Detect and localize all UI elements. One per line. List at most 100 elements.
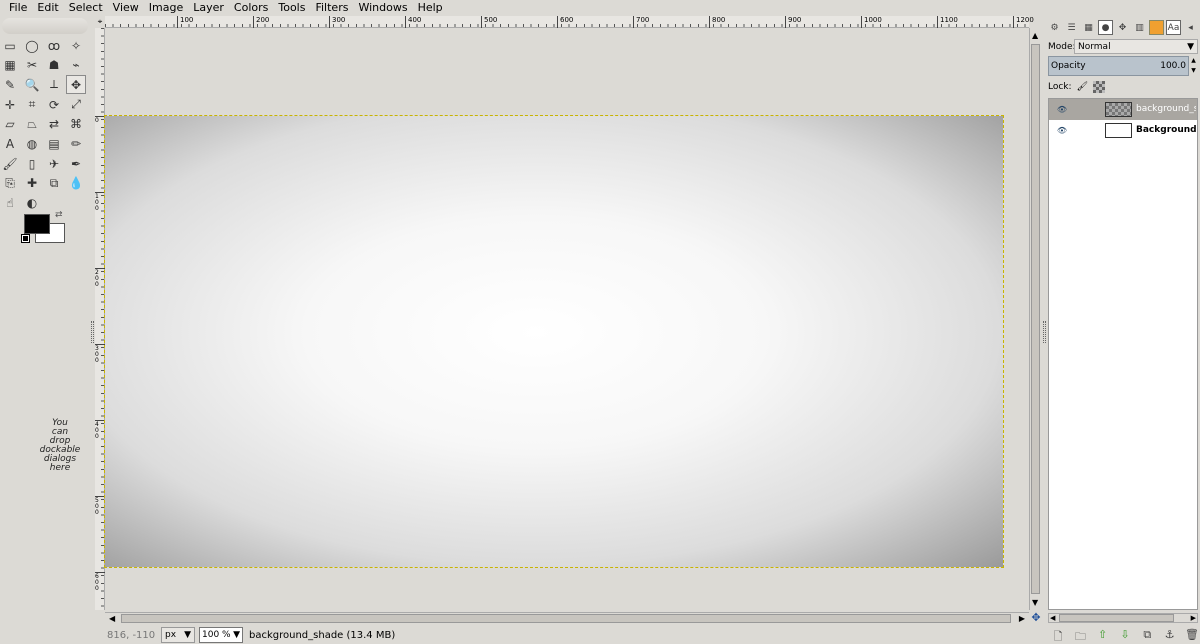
channels-tab[interactable]: ▦	[1081, 20, 1096, 35]
select-by-color-tool-icon[interactable]: ▦	[0, 56, 20, 75]
delete-layer-icon[interactable]: 🗑	[1185, 628, 1199, 642]
paintbrush-tool-icon[interactable]: 🖌	[0, 154, 20, 173]
heal-tool-icon[interactable]: ✚	[22, 174, 42, 193]
move-tool-icon[interactable]: ✥	[66, 75, 86, 95]
perspective-tool-icon[interactable]: ⏢	[22, 115, 42, 134]
smudge-tool-icon[interactable]: ☝	[0, 194, 20, 213]
layers-scroll-thumb[interactable]	[1059, 614, 1174, 622]
paths-tool-icon[interactable]: ⌁	[66, 56, 86, 75]
vertical-scroll-thumb[interactable]	[1031, 44, 1040, 594]
scissors-select-tool-icon[interactable]: ✂	[22, 56, 42, 75]
layer-name[interactable]: background_s	[1136, 99, 1196, 120]
menu-tools[interactable]: Tools	[273, 0, 310, 16]
menu-view[interactable]: View	[108, 0, 144, 16]
lower-layer-icon[interactable]: ⇩	[1118, 628, 1132, 642]
configure-tab-icon[interactable]: ◂	[1183, 20, 1198, 35]
menu-filters[interactable]: Filters	[310, 0, 353, 16]
image-layer-background-shade[interactable]	[104, 115, 1004, 568]
patterns-tab[interactable]: ✥	[1115, 20, 1130, 35]
scroll-down-icon[interactable]: ▼	[1032, 598, 1038, 607]
rotate-tool-icon[interactable]: ⟳	[44, 95, 64, 114]
opacity-slider[interactable]: Opacity 100.0	[1048, 56, 1189, 76]
color-picker-tool-icon[interactable]: ✎	[0, 75, 20, 94]
clone-tool-icon[interactable]: ⎘	[0, 174, 20, 193]
lock-pixels-icon[interactable]: 🖌	[1077, 82, 1088, 92]
scale-tool-icon[interactable]: ⤢	[66, 95, 86, 114]
canvas-area[interactable]	[104, 28, 1029, 610]
eye-icon[interactable]: 👁	[1049, 126, 1071, 135]
scroll-left-icon[interactable]: ◀	[109, 613, 115, 625]
menu-colors[interactable]: Colors	[229, 0, 273, 16]
pencil-tool-icon[interactable]: ✏	[66, 134, 86, 153]
ruler-corner-icon[interactable]: ⌖	[95, 16, 105, 28]
eraser-tool-icon[interactable]: ▯	[22, 154, 42, 173]
align-tool-icon[interactable]: ✛	[0, 95, 20, 114]
dock-resize-grip[interactable]	[1043, 321, 1046, 343]
menu-image[interactable]: Image	[144, 0, 188, 16]
airbrush-tool-icon[interactable]: ✈	[44, 154, 64, 173]
crop-tool-icon[interactable]: ⌗	[22, 95, 42, 114]
ruler-tick-label: 0	[95, 116, 105, 124]
menu-help[interactable]: Help	[413, 0, 448, 16]
blend-tool-icon[interactable]: ▤	[44, 134, 64, 153]
blur-tool-icon[interactable]: 💧	[66, 174, 86, 193]
cage-tool-icon[interactable]: ⌘	[66, 115, 86, 134]
eye-icon[interactable]: 👁	[1049, 105, 1071, 114]
toolbox-resize-grip[interactable]	[91, 321, 94, 343]
layer-row[interactable]: 👁 Background	[1049, 120, 1197, 141]
flip-tool-icon[interactable]: ⇄	[44, 115, 64, 134]
rect-select-tool-icon[interactable]: ▭	[0, 36, 20, 55]
menu-edit[interactable]: Edit	[32, 0, 63, 16]
zoom-select[interactable]: 100 % ▼	[199, 627, 243, 643]
scroll-up-icon[interactable]: ▲	[1032, 31, 1038, 40]
anchor-layer-icon[interactable]: ⚓	[1163, 628, 1177, 642]
layer-thumbnail[interactable]	[1105, 102, 1132, 117]
gradients-tab[interactable]: ▥	[1132, 20, 1147, 35]
opacity-spinner[interactable]: ▲ ▼	[1189, 56, 1198, 76]
foreground-select-tool-icon[interactable]: ☗	[44, 56, 64, 75]
ink-tool-icon[interactable]: ✒	[66, 154, 86, 173]
shear-tool-icon[interactable]: ▱	[0, 115, 20, 134]
lock-alpha-icon[interactable]	[1093, 81, 1105, 93]
measure-tool-icon[interactable]: ⟂	[44, 75, 64, 94]
fonts-tab[interactable]: Aa	[1166, 20, 1181, 35]
layers-tab[interactable]: ☰	[1064, 20, 1079, 35]
layer-row[interactable]: 👁 background_s	[1049, 99, 1197, 120]
scroll-right-icon[interactable]: ▶	[1191, 614, 1196, 622]
bucket-fill-tool-icon[interactable]: ◍	[22, 134, 42, 153]
horizontal-scroll-thumb[interactable]	[121, 614, 1011, 623]
mode-select[interactable]: Normal ▼	[1074, 39, 1198, 54]
ellipse-select-tool-icon[interactable]: ◯	[22, 36, 42, 55]
menu-layer[interactable]: Layer	[188, 0, 229, 16]
scroll-right-icon[interactable]: ▶	[1019, 613, 1025, 625]
canvas-vertical-scrollbar[interactable]: ▲ ▼	[1029, 28, 1041, 610]
duplicate-layer-icon[interactable]: ⧉	[1140, 628, 1154, 642]
perspective-clone-tool-icon[interactable]: ⧉	[44, 174, 64, 193]
layers-horizontal-scrollbar[interactable]: ◀ ▶	[1048, 613, 1198, 623]
tool-options-tab[interactable]: ⚙	[1047, 20, 1062, 35]
raise-layer-icon[interactable]: ⇧	[1096, 628, 1110, 642]
new-layer-icon[interactable]: 🗋	[1051, 628, 1065, 643]
menu-windows[interactable]: Windows	[353, 0, 412, 16]
free-select-tool-icon[interactable]: ꝏ	[44, 36, 64, 55]
toolbox-header[interactable]	[2, 18, 88, 34]
layer-thumbnail[interactable]	[1105, 123, 1132, 138]
zoom-tool-icon[interactable]: 🔍	[22, 75, 42, 94]
brushes-tab[interactable]: ●	[1098, 20, 1113, 35]
canvas-horizontal-scrollbar[interactable]: ◀ ▶	[105, 612, 1029, 624]
foreground-color-swatch[interactable]	[24, 214, 50, 234]
fuzzy-select-tool-icon[interactable]: ✧	[66, 36, 86, 55]
text-tool-icon[interactable]: A	[0, 134, 20, 153]
menu-file[interactable]: File	[4, 0, 32, 16]
horizontal-ruler[interactable]: 100 200 300 400 500 600 700 800 900 1000 1100 1200	[105, 16, 1034, 28]
layer-name[interactable]: Background	[1136, 120, 1196, 141]
scroll-left-icon[interactable]: ◀	[1050, 614, 1055, 622]
reset-colors-icon[interactable]	[21, 234, 30, 243]
new-layer-group-icon[interactable]: 🗀	[1073, 628, 1087, 643]
vertical-ruler[interactable]: 0 1 0 0 2 0 0 3 0 0 4 0 0 5 0 0 6 0 0	[95, 28, 105, 610]
unit-select[interactable]: px ▼	[161, 627, 195, 643]
colors-tab[interactable]	[1149, 20, 1164, 35]
navigate-icon[interactable]: ✥	[1030, 612, 1042, 624]
swap-colors-icon[interactable]: ⇄	[55, 210, 63, 220]
menu-select[interactable]: Select	[64, 0, 108, 16]
